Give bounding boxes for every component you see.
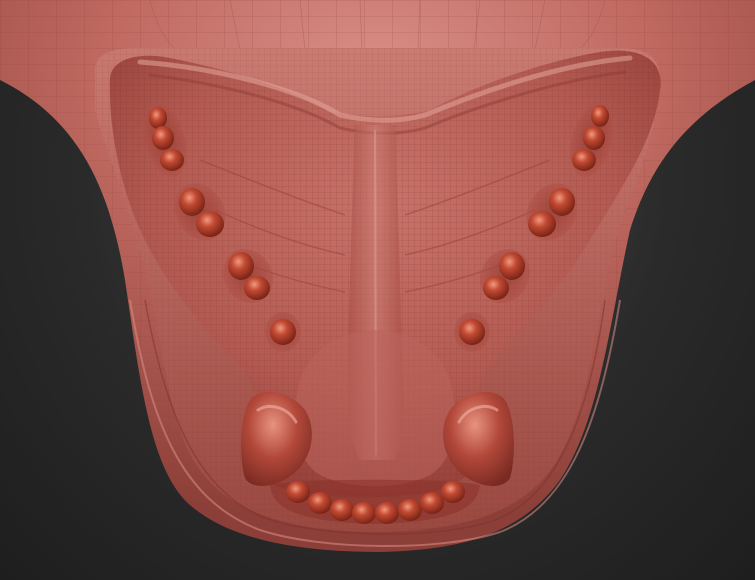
left-premolar-3	[228, 252, 254, 280]
left-incisor-lateral	[270, 319, 296, 345]
right-molar-1	[591, 105, 609, 127]
left-molar-3	[160, 149, 184, 171]
right-incisor-lateral	[459, 319, 485, 345]
left-premolar-1	[179, 188, 205, 216]
right-molar-2	[583, 126, 605, 150]
right-premolar-1	[549, 188, 575, 216]
right-molar-3	[572, 149, 596, 171]
right-premolar-3	[499, 252, 525, 280]
left-premolar-4	[244, 276, 270, 300]
left-molar-1	[149, 107, 167, 129]
right-premolar-2	[528, 211, 556, 237]
left-molar-2	[152, 126, 174, 150]
sculpt-viewport[interactable]	[0, 0, 755, 580]
right-premolar-4	[483, 276, 509, 300]
left-premolar-2	[196, 211, 224, 237]
sculpt-model	[0, 0, 755, 552]
